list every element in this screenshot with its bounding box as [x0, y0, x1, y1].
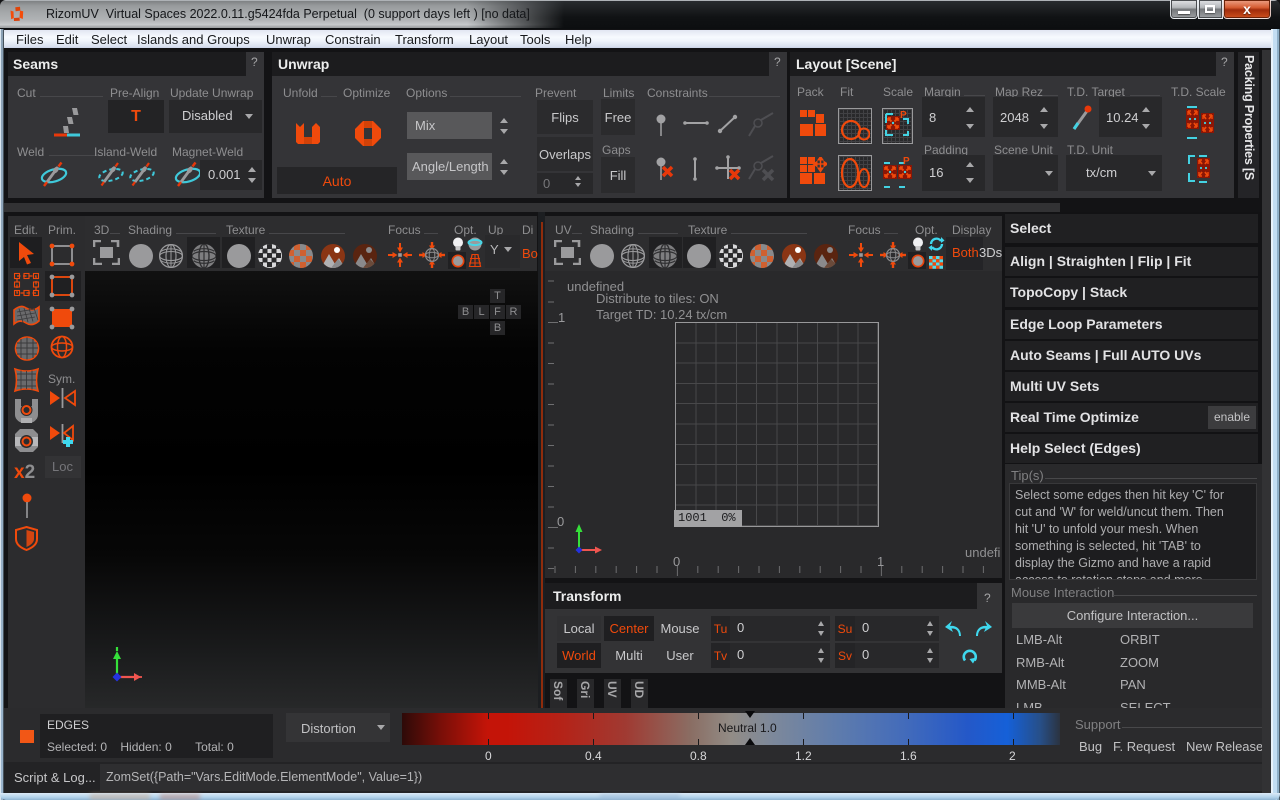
svg-text:P: P	[900, 110, 907, 121]
svg-text:P: P	[903, 156, 910, 167]
